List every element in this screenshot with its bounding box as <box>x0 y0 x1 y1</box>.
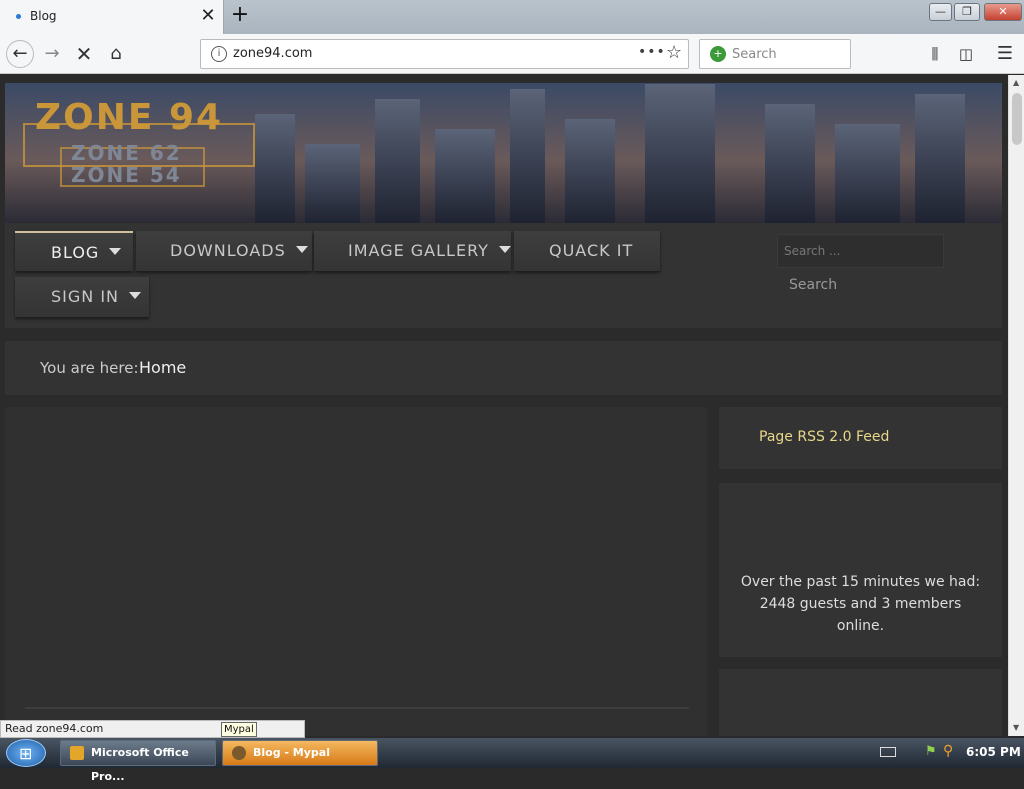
url-text[interactable]: zone94.com <box>233 46 312 61</box>
taskbar-item-label: Blog - Mypal <box>253 746 330 759</box>
caret-down-icon <box>129 292 142 299</box>
tab-strip: Blog ✕ + — ❐ ✕ <box>0 0 1024 34</box>
taskbar-item-mypal[interactable]: Blog - Mypal <box>222 740 378 766</box>
taskbar-item-label: Microsoft Office Pro... <box>91 746 189 783</box>
online-stats-text: Over the past 15 minutes we had: 2448 gu… <box>740 574 981 634</box>
site-search-button[interactable]: Search <box>777 270 857 300</box>
content-divider <box>25 707 689 709</box>
site-nav-menu: BLOG DOWNLOADS IMAGE GALLERY QUACK IT SI… <box>5 223 1002 328</box>
scroll-down-icon[interactable]: ▼ <box>1013 723 1019 732</box>
hamburger-menu-icon[interactable]: ☰ <box>993 42 1017 66</box>
scroll-up-icon[interactable]: ▲ <box>1013 78 1019 87</box>
banner-building <box>375 99 420 224</box>
menu-label: QUACK IT <box>549 241 634 260</box>
window-close-button[interactable]: ✕ <box>984 3 1022 21</box>
rss-feed-link[interactable]: Page RSS 2.0 Feed <box>759 429 889 445</box>
tab-title: Blog <box>30 9 57 23</box>
site-logo[interactable]: ZONE 94 <box>35 97 223 138</box>
clock[interactable]: 6:05 PM <box>966 745 1021 759</box>
menu-item-quack-it[interactable]: QUACK IT <box>514 231 660 271</box>
back-button[interactable]: ← <box>6 40 34 68</box>
banner-building <box>645 84 715 224</box>
banner-building <box>305 144 360 224</box>
menu-item-sign-in[interactable]: SIGN IN <box>15 277 149 317</box>
new-tab-button[interactable]: + <box>228 4 252 28</box>
browser-tab[interactable]: Blog ✕ <box>0 0 224 34</box>
who-is-online-module: Over the past 15 minutes we had: 2448 gu… <box>719 483 1002 657</box>
banner-building <box>435 129 495 224</box>
logo-subtitle: ZONE 54 <box>71 163 182 187</box>
breadcrumb-home-link[interactable]: Home <box>139 358 186 377</box>
caret-down-icon <box>498 246 511 253</box>
forward-button[interactable]: → <box>40 42 64 66</box>
favicon-icon <box>16 14 21 19</box>
office-icon <box>70 746 84 760</box>
breadcrumb-prefix: You are here: <box>40 359 139 377</box>
browser-search-field[interactable]: + Search <box>699 39 851 69</box>
sidebar-module <box>719 669 1002 736</box>
menu-label: SIGN IN <box>51 287 120 306</box>
home-button[interactable]: ⌂ <box>104 42 128 66</box>
banner-building <box>835 124 900 224</box>
minimize-button[interactable]: — <box>929 3 952 21</box>
site-banner[interactable]: ZONE 94 ZONE 62 ZONE 54 <box>5 83 1002 224</box>
page-actions-button[interactable]: ••• <box>638 44 666 60</box>
search-engine-icon[interactable]: + <box>710 46 726 62</box>
menu-item-downloads[interactable]: DOWNLOADS <box>136 231 312 271</box>
taskbar: ⊞ Microsoft Office Pro... Blog - Mypal ⚑… <box>0 738 1024 783</box>
address-bar[interactable]: i zone94.com ••• ☆ <box>200 39 689 69</box>
nav-toolbar: ← → ✕ ⌂ i zone94.com ••• ☆ + Search ⫼ ◫ … <box>0 34 1024 74</box>
banner-building <box>510 89 545 224</box>
network-icon[interactable]: ⚑ <box>925 744 937 759</box>
menu-item-image-gallery[interactable]: IMAGE GALLERY <box>314 231 511 271</box>
search-icon[interactable]: ⚲ <box>943 743 953 759</box>
taskbar-item-office[interactable]: Microsoft Office Pro... <box>60 740 216 783</box>
caret-down-icon <box>109 248 122 255</box>
menu-label: IMAGE GALLERY <box>348 241 489 260</box>
mypal-icon <box>232 746 246 760</box>
site-search-input[interactable]: Search ... <box>777 234 944 268</box>
main-content-area <box>5 407 707 736</box>
rss-module: Page RSS 2.0 Feed <box>719 407 1002 469</box>
library-icon[interactable]: ⫼ <box>923 42 947 66</box>
breadcrumb: You are here: Home <box>5 341 1002 395</box>
logo-subtitle: ZONE 62 <box>71 141 182 165</box>
menu-item-blog[interactable]: BLOG <box>15 231 133 271</box>
tooltip: Mypal <box>221 722 257 737</box>
start-button[interactable]: ⊞ <box>6 739 46 767</box>
maximize-button[interactable]: ❐ <box>954 3 980 21</box>
info-icon[interactable]: i <box>211 46 227 62</box>
menu-label: DOWNLOADS <box>170 241 286 260</box>
banner-building <box>565 119 615 224</box>
status-bar: Read zone94.com <box>0 720 305 738</box>
banner-building <box>915 94 965 224</box>
menu-label: BLOG <box>51 243 100 262</box>
scroll-thumb[interactable] <box>1012 93 1022 145</box>
banner-building <box>765 104 815 224</box>
stop-button[interactable]: ✕ <box>72 42 96 66</box>
windows-logo-icon: ⊞ <box>19 744 33 763</box>
tab-close-button[interactable]: ✕ <box>198 6 218 26</box>
page-viewport: ZONE 94 ZONE 62 ZONE 54 BLOG DOWNLOADS I… <box>0 75 1008 736</box>
browser-search-placeholder: Search <box>732 47 777 62</box>
sidebar-icon[interactable]: ◫ <box>954 42 978 66</box>
vertical-scrollbar[interactable]: ▲ ▼ <box>1008 75 1024 736</box>
bookmark-star-icon[interactable]: ☆ <box>666 42 682 63</box>
caret-down-icon <box>295 246 308 253</box>
keyboard-icon[interactable] <box>880 747 896 757</box>
banner-building <box>255 114 295 224</box>
